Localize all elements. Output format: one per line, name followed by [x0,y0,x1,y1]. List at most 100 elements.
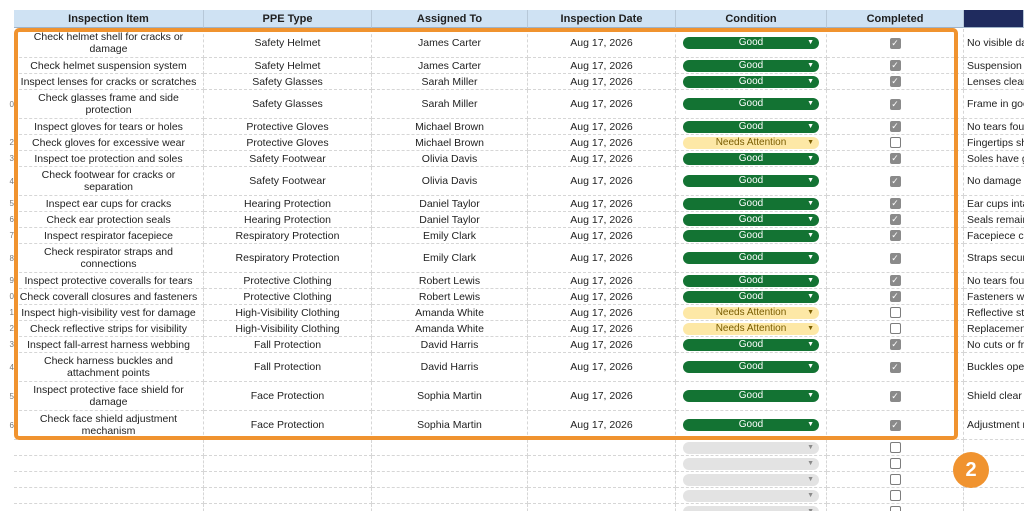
completed-checkbox[interactable]: ✓ [889,339,901,350]
cell-ppe[interactable]: Respiratory Protection [204,244,372,273]
header-assigned-to[interactable]: Assigned To [372,10,528,28]
cell-date[interactable]: Aug 17, 2026 [528,382,676,411]
cell-completed[interactable]: ✓ [827,228,964,244]
completed-checkbox[interactable]: ✓ [889,37,901,49]
cell-completed[interactable]: ✓ [827,244,964,273]
cell-ppe[interactable]: Safety Helmet [204,29,372,58]
cell-item[interactable]: Check respirator straps and connections [14,244,204,273]
cell-ppe[interactable]: Safety Glasses [204,90,372,119]
cell-notes[interactable]: Fingertips sh [964,135,1024,151]
cell-assigned[interactable]: Robert Lewis [372,289,528,305]
condition-dropdown[interactable]: Good ▼ [683,197,819,210]
cell-completed[interactable]: ✓ [827,273,964,289]
cell-item[interactable]: Inspect lenses for cracks or scratches [14,74,204,90]
cell-date[interactable]: Aug 17, 2026 [528,167,676,196]
cell-item[interactable]: Check face shield adjustment mechanism [14,411,204,440]
condition-dropdown[interactable]: Good ▼ [683,252,819,264]
completed-checkbox[interactable] [889,474,901,485]
cell-date[interactable]: Aug 17, 2026 [528,289,676,305]
cell-item[interactable] [14,440,204,456]
cell-ppe[interactable]: High-Visibility Clothing [204,321,372,337]
cell-ppe[interactable] [204,440,372,456]
condition-dropdown[interactable]: Needs Attention ▼ [683,322,819,335]
cell-completed[interactable]: ✓ [827,119,964,135]
cell-ppe[interactable]: Safety Footwear [204,151,372,167]
cell-notes[interactable]: Seals remain [964,212,1024,228]
cell-assigned[interactable]: Sophia Martin [372,382,528,411]
cell-completed[interactable]: ✓ [827,29,964,58]
cell-assigned[interactable]: James Carter [372,29,528,58]
cell-ppe[interactable]: Protective Clothing [204,273,372,289]
cell-condition[interactable]: ▼ [676,456,827,472]
cell-completed[interactable]: ✓ [827,289,964,305]
cell-item[interactable]: Check ear protection seals [14,212,204,228]
cell-ppe[interactable] [204,456,372,472]
cell-assigned[interactable]: Amanda White [372,321,528,337]
cell-condition[interactable]: Good ▼ [676,244,827,273]
cell-notes[interactable]: No cuts or fra [964,337,1024,353]
cell-date[interactable]: Aug 17, 2026 [528,212,676,228]
cell-ppe[interactable] [204,504,372,511]
completed-checkbox[interactable]: ✓ [889,121,901,132]
cell-notes[interactable]: Frame in goo [964,90,1024,119]
cell-completed[interactable] [827,305,964,321]
cell-condition[interactable]: Good ▼ [676,337,827,353]
cell-assigned[interactable]: David Harris [372,353,528,382]
cell-date[interactable]: Aug 17, 2026 [528,337,676,353]
cell-item[interactable]: Check helmet shell for cracks or damage [14,29,204,58]
completed-checkbox[interactable] [889,490,901,501]
cell-notes[interactable]: No tears fou [964,273,1024,289]
cell-date[interactable]: Aug 17, 2026 [528,135,676,151]
cell-assigned[interactable]: Michael Brown [372,135,528,151]
cell-condition[interactable]: Good ▼ [676,167,827,196]
cell-notes[interactable]: Replacemen [964,321,1024,337]
cell-item[interactable]: Check helmet suspension system [14,58,204,74]
condition-dropdown[interactable]: Good ▼ [683,390,819,402]
cell-date[interactable]: Aug 17, 2026 [528,228,676,244]
cell-completed[interactable] [827,321,964,337]
cell-condition[interactable]: Good ▼ [676,74,827,90]
cell-notes[interactable]: Suspension [964,58,1024,74]
cell-ppe[interactable]: High-Visibility Clothing [204,305,372,321]
cell-completed[interactable]: ✓ [827,90,964,119]
condition-dropdown[interactable]: Good ▼ [683,37,819,49]
cell-condition[interactable]: ▼ [676,472,827,488]
cell-condition[interactable]: Good ▼ [676,228,827,244]
cell-item[interactable] [14,504,204,511]
cell-ppe[interactable]: Fall Protection [204,337,372,353]
cell-assigned[interactable]: Daniel Taylor [372,196,528,212]
cell-completed[interactable]: ✓ [827,74,964,90]
cell-condition[interactable]: Good ▼ [676,289,827,305]
cell-date[interactable]: Aug 17, 2026 [528,74,676,90]
cell-notes[interactable]: Soles have g [964,151,1024,167]
cell-notes[interactable] [964,504,1024,511]
cell-date[interactable]: Aug 17, 2026 [528,29,676,58]
cell-notes[interactable] [964,488,1024,504]
cell-assigned[interactable]: Michael Brown [372,119,528,135]
cell-assigned[interactable]: Sarah Miller [372,74,528,90]
cell-completed[interactable]: ✓ [827,196,964,212]
completed-checkbox[interactable]: ✓ [889,390,901,402]
cell-notes[interactable]: Shield clear [964,382,1024,411]
header-inspection-item[interactable]: Inspection Item [14,10,204,28]
cell-date[interactable]: Aug 17, 2026 [528,196,676,212]
cell-completed[interactable]: ✓ [827,167,964,196]
cell-condition[interactable]: Needs Attention ▼ [676,135,827,151]
cell-condition[interactable]: Good ▼ [676,58,827,74]
cell-ppe[interactable]: Protective Clothing [204,289,372,305]
cell-completed[interactable]: ✓ [827,411,964,440]
condition-dropdown[interactable]: ▼ [683,489,819,502]
cell-ppe[interactable]: Respiratory Protection [204,228,372,244]
condition-dropdown[interactable]: Needs Attention ▼ [683,136,819,149]
header-ppe-type[interactable]: PPE Type [204,10,372,28]
completed-checkbox[interactable]: ✓ [889,361,901,373]
cell-notes[interactable]: Lenses clear [964,74,1024,90]
cell-ppe[interactable]: Face Protection [204,382,372,411]
cell-completed[interactable]: ✓ [827,337,964,353]
cell-item[interactable]: Check reflective strips for visibility [14,321,204,337]
condition-dropdown[interactable]: ▼ [683,505,819,511]
condition-dropdown[interactable]: Good ▼ [683,75,819,88]
cell-item[interactable] [14,488,204,504]
cell-item[interactable]: Inspect fall-arrest harness webbing [14,337,204,353]
cell-assigned[interactable] [372,488,528,504]
